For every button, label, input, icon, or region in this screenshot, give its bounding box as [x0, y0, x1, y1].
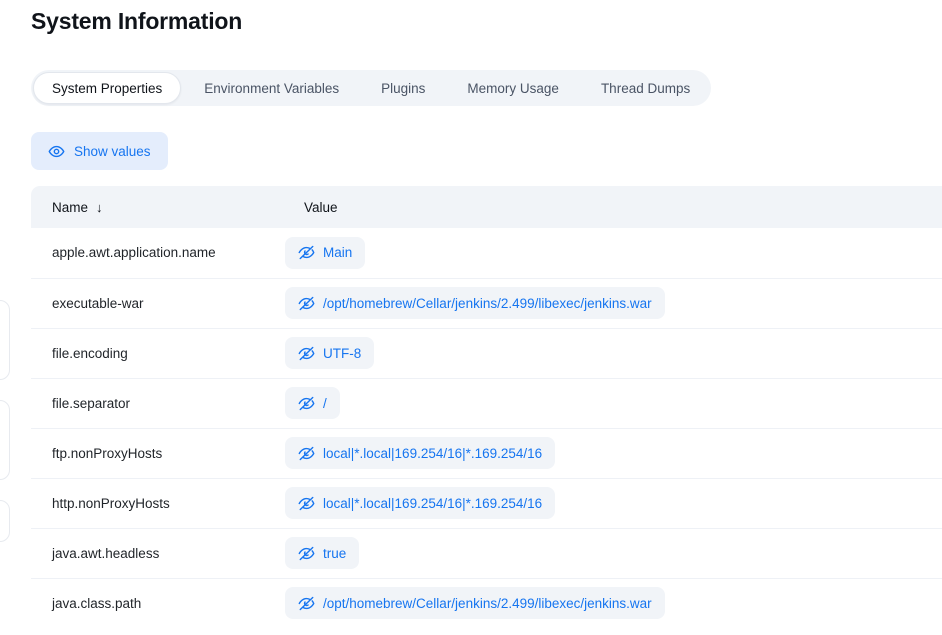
table-header-row: Name ↓ Value [31, 186, 942, 228]
property-name-cell: java.class.path [31, 578, 283, 628]
masked-value-chip[interactable]: /opt/homebrew/Cellar/jenkins/2.499/libex… [285, 287, 665, 319]
tab-label: System Properties [52, 81, 162, 96]
table-row: apple.awt.application.name Main [31, 228, 942, 278]
system-information-page: System Information System Properties Envi… [0, 0, 942, 635]
property-value: Main [323, 245, 352, 260]
property-name-cell: executable-war [31, 278, 283, 328]
tab-label: Thread Dumps [601, 81, 690, 96]
property-name: apple.awt.application.name [52, 245, 216, 260]
property-name: http.nonProxyHosts [52, 496, 170, 511]
property-value: local|*.local|169.254/16|*.169.254/16 [323, 446, 542, 461]
table-row: file.encoding UTF-8 [31, 328, 942, 378]
property-name: java.awt.headless [52, 546, 159, 561]
eye-off-icon [298, 345, 315, 362]
show-values-label: Show values [74, 144, 151, 159]
property-name-cell: file.encoding [31, 328, 283, 378]
table-row: executable-war/opt/homebrew/Cellar/jenki… [31, 278, 942, 328]
property-value: UTF-8 [323, 346, 361, 361]
table-row: java.class.path/opt/homebrew/Cellar/jenk… [31, 578, 942, 628]
tab-label: Plugins [381, 81, 425, 96]
system-properties-table: Name ↓ Value apple.awt.application.name Ma… [31, 186, 942, 628]
property-name: executable-war [52, 296, 144, 311]
tab-label: Environment Variables [204, 81, 339, 96]
property-value-cell: / [283, 378, 942, 428]
tab-system-properties[interactable]: System Properties [33, 72, 181, 104]
show-values-button[interactable]: Show values [31, 132, 168, 170]
property-name: java.class.path [52, 596, 141, 611]
masked-value-chip[interactable]: Main [285, 237, 365, 269]
table-body: apple.awt.application.name Main executable… [31, 228, 942, 628]
property-value: local|*.local|169.254/16|*.169.254/16 [323, 496, 542, 511]
tab-thread-dumps[interactable]: Thread Dumps [582, 72, 709, 104]
property-name: file.separator [52, 396, 130, 411]
tab-environment-variables[interactable]: Environment Variables [185, 72, 358, 104]
property-name-cell: ftp.nonProxyHosts [31, 428, 283, 478]
property-value-cell: Main [283, 228, 942, 278]
eye-icon [48, 143, 65, 160]
property-value: true [323, 546, 346, 561]
property-value-cell: local|*.local|169.254/16|*.169.254/16 [283, 478, 942, 528]
table-row: java.awt.headless true [31, 528, 942, 578]
masked-value-chip[interactable]: /opt/homebrew/Cellar/jenkins/2.499/libex… [285, 587, 665, 619]
masked-value-chip[interactable]: local|*.local|169.254/16|*.169.254/16 [285, 437, 555, 469]
eye-off-icon [298, 595, 315, 612]
tab-plugins[interactable]: Plugins [362, 72, 444, 104]
masked-value-chip[interactable]: / [285, 387, 340, 419]
property-name: ftp.nonProxyHosts [52, 446, 162, 461]
masked-value-chip[interactable]: local|*.local|169.254/16|*.169.254/16 [285, 487, 555, 519]
eye-off-icon [298, 395, 315, 412]
property-value-cell: true [283, 528, 942, 578]
table-row: http.nonProxyHosts local|*.local|169.254/… [31, 478, 942, 528]
property-name-cell: file.separator [31, 378, 283, 428]
eye-off-icon [298, 445, 315, 462]
page-title: System Information [31, 8, 242, 35]
eye-off-icon [298, 295, 315, 312]
property-name: file.encoding [52, 346, 128, 361]
property-name-cell: java.awt.headless [31, 528, 283, 578]
property-value-cell: /opt/homebrew/Cellar/jenkins/2.499/libex… [283, 278, 942, 328]
sort-descending-icon: ↓ [96, 200, 103, 215]
column-header-name-label: Name [52, 200, 88, 215]
eye-off-icon [298, 545, 315, 562]
tab-label: Memory Usage [467, 81, 559, 96]
eye-off-icon [298, 244, 315, 261]
table-header: Name ↓ Value [31, 186, 942, 228]
masked-value-chip[interactable]: UTF-8 [285, 337, 374, 369]
table-row: ftp.nonProxyHosts local|*.local|169.254/1… [31, 428, 942, 478]
column-header-value-label: Value [304, 200, 338, 215]
property-value: /opt/homebrew/Cellar/jenkins/2.499/libex… [323, 296, 652, 311]
tab-memory-usage[interactable]: Memory Usage [448, 72, 578, 104]
tab-bar: System Properties Environment Variables Pl… [31, 70, 711, 106]
property-value: / [323, 396, 327, 411]
column-header-name[interactable]: Name ↓ [31, 186, 283, 228]
property-value-cell: local|*.local|169.254/16|*.169.254/16 [283, 428, 942, 478]
masked-value-chip[interactable]: true [285, 537, 359, 569]
property-value-cell: UTF-8 [283, 328, 942, 378]
column-header-value[interactable]: Value [283, 186, 942, 228]
property-name-cell: apple.awt.application.name [31, 228, 283, 278]
property-value-cell: /opt/homebrew/Cellar/jenkins/2.499/libex… [283, 578, 942, 628]
property-name-cell: http.nonProxyHosts [31, 478, 283, 528]
property-value: /opt/homebrew/Cellar/jenkins/2.499/libex… [323, 596, 652, 611]
eye-off-icon [298, 495, 315, 512]
table-row: file.separator / [31, 378, 942, 428]
